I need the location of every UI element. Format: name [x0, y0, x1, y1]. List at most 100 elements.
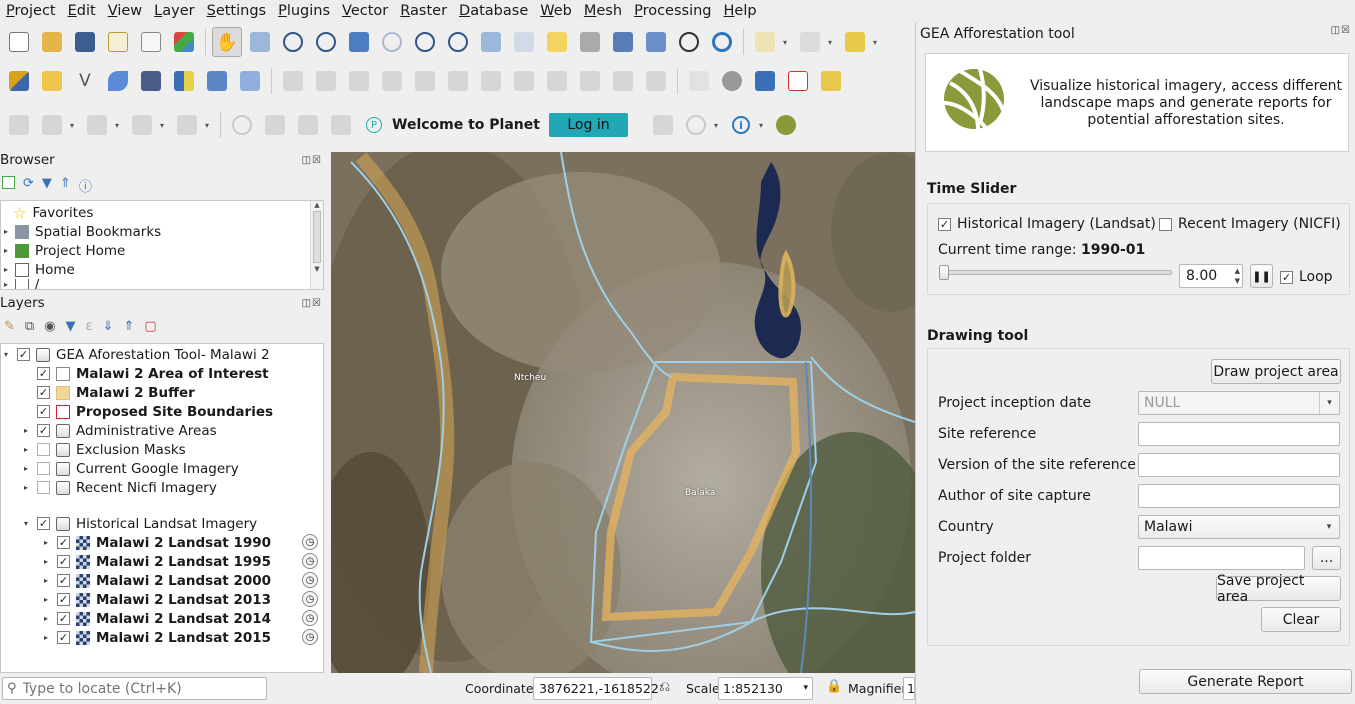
temporal-clock-icon[interactable]: ◷ — [302, 629, 318, 645]
new-3d-view-icon[interactable] — [575, 27, 605, 57]
zoom-in-icon[interactable] — [278, 27, 308, 57]
add-ring-icon[interactable] — [4, 110, 34, 140]
layer-item[interactable]: ▸ ✓ Administrative Areas — [21, 421, 217, 440]
layers-dock-buttons[interactable]: ◫☒ — [302, 298, 322, 309]
edit-pencil-icon[interactable] — [278, 66, 308, 96]
pause-button[interactable]: ❚❚ — [1250, 264, 1273, 288]
lock-scale-icon[interactable]: 🔒 — [826, 679, 842, 694]
clear-button[interactable]: Clear — [1261, 607, 1341, 632]
browser-dock-buttons[interactable]: ◫☒ — [302, 155, 322, 166]
map-tips-icon[interactable] — [260, 110, 290, 140]
annotation-icon[interactable] — [326, 110, 356, 140]
landsat-layer-item[interactable]: ▸ ✓ Malawi 2 Landsat 1990 — [41, 533, 271, 552]
paste-icon[interactable] — [575, 66, 605, 96]
layer-group-landsat[interactable]: ▾ ✓ Historical Landsat Imagery — [21, 514, 257, 533]
plugin-dock-buttons[interactable]: ◫☒ — [1331, 25, 1351, 36]
generate-report-button[interactable]: Generate Report — [1139, 669, 1352, 694]
redo-icon[interactable] — [641, 66, 671, 96]
layer-checkbox[interactable] — [37, 443, 50, 456]
zoom-full-icon[interactable] — [344, 27, 374, 57]
visibility-icon[interactable]: ◉ — [44, 319, 55, 334]
expand-all-icon[interactable]: ⇓ — [103, 319, 114, 334]
inception-date-combo[interactable]: NULL ▾ — [1138, 391, 1340, 415]
layer-checkbox[interactable]: ✓ — [57, 593, 70, 606]
pan-icon[interactable]: ✋ — [212, 27, 242, 57]
browser-scrollbar[interactable]: ▲ ▼ — [310, 201, 323, 289]
landsat-layer-item[interactable]: ▸ ✓ Malawi 2 Landsat 2013 — [41, 590, 271, 609]
browser-item-root[interactable]: ▸ / — [1, 279, 40, 289]
delete-icon[interactable] — [476, 66, 506, 96]
map-canvas[interactable]: Ntcheu Balaka — [331, 152, 915, 673]
new-geopackage-icon[interactable] — [37, 66, 67, 96]
historical-imagery-option[interactable]: ✓ Historical Imagery (Landsat) — [938, 216, 1156, 232]
loop-checkbox[interactable]: ✓ — [1280, 270, 1293, 284]
menu-settings[interactable]: Settings — [201, 0, 273, 22]
digitize-icon[interactable] — [103, 66, 133, 96]
gps-icon[interactable] — [136, 66, 166, 96]
locator-bar[interactable]: ⚲ — [2, 677, 267, 700]
measure-icon[interactable] — [293, 110, 323, 140]
country-combo[interactable]: Malawi ▾ — [1138, 515, 1340, 539]
layer-checkbox[interactable]: ✓ — [37, 367, 50, 380]
layer-checkbox[interactable]: ✓ — [57, 555, 70, 568]
refresh-icon[interactable]: ⟳ — [23, 176, 34, 195]
menu-web[interactable]: Web — [534, 0, 578, 22]
zoom-layer-icon[interactable] — [410, 27, 440, 57]
modify-attributes-icon[interactable] — [443, 66, 473, 96]
copy-icon[interactable] — [542, 66, 572, 96]
historical-checkbox[interactable]: ✓ — [938, 217, 951, 231]
browse-folder-button[interactable]: ... — [1312, 546, 1341, 570]
zoom-last-icon[interactable] — [476, 27, 506, 57]
collapse-all-icon[interactable]: ⇑ — [123, 319, 134, 334]
add-mesh-icon[interactable] — [202, 66, 232, 96]
scale-combo[interactable]: 1:852130 ▾ — [718, 677, 813, 700]
menu-raster[interactable]: Raster — [394, 0, 453, 22]
zoom-out-icon[interactable] — [311, 27, 341, 57]
field-input[interactable] — [1138, 422, 1340, 446]
menu-help[interactable]: Help — [718, 0, 763, 22]
label-pin-icon[interactable] — [717, 66, 747, 96]
menu-project[interactable]: Project — [0, 0, 62, 22]
style-icon[interactable]: ✎ — [4, 319, 15, 334]
toggle-edit-icon[interactable] — [311, 66, 341, 96]
pan-to-selection-icon[interactable] — [245, 27, 275, 57]
merge-icon[interactable] — [127, 110, 157, 140]
layer-checkbox[interactable] — [37, 462, 50, 475]
new-vector-icon[interactable]: V — [70, 66, 100, 96]
show-bookmarks-icon[interactable] — [641, 27, 671, 57]
data-source-manager-icon[interactable] — [4, 66, 34, 96]
save-project-icon[interactable] — [70, 27, 100, 57]
layer-checkbox[interactable]: ✓ — [57, 536, 70, 549]
field-input[interactable] — [1138, 484, 1340, 508]
filter-expression-icon[interactable]: ε — [86, 319, 93, 334]
browser-item-bookmarks[interactable]: ▸ Spatial Bookmarks — [1, 222, 161, 241]
layer-checkbox[interactable] — [37, 481, 50, 494]
bookmark-icon[interactable] — [608, 27, 638, 57]
temporal-clock-icon[interactable]: ◷ — [302, 572, 318, 588]
landsat-layer-item[interactable]: ▸ ✓ Malawi 2 Landsat 2015 — [41, 628, 271, 647]
gea-plugin-icon[interactable] — [771, 110, 801, 140]
layer-checkbox[interactable]: ✓ — [57, 574, 70, 587]
temporal-clock-icon[interactable]: ◷ — [302, 591, 318, 607]
menu-processing[interactable]: Processing — [628, 0, 717, 22]
add-raster-icon[interactable] — [169, 66, 199, 96]
label-abc-icon[interactable] — [783, 66, 813, 96]
recent-checkbox[interactable] — [1159, 217, 1172, 231]
layer-checkbox[interactable]: ✓ — [57, 631, 70, 644]
style-manager-icon[interactable] — [169, 27, 199, 57]
deselect-icon[interactable] — [840, 27, 870, 57]
cut-icon[interactable] — [509, 66, 539, 96]
remove-layer-icon[interactable]: ▢ — [144, 319, 156, 334]
planet-explorer-icon[interactable] — [681, 110, 711, 140]
label-show-icon[interactable] — [750, 66, 780, 96]
loop-option[interactable]: ✓ Loop — [1280, 269, 1333, 285]
extents-toggle-icon[interactable]: ⎌ — [659, 679, 670, 695]
properties-icon[interactable]: ⓘ — [79, 176, 92, 195]
menu-mesh[interactable]: Mesh — [578, 0, 628, 22]
landsat-layer-item[interactable]: ▸ ✓ Malawi 2 Landsat 2014 — [41, 609, 271, 628]
layer-checkbox[interactable]: ✓ — [37, 517, 50, 530]
add-feature-icon[interactable] — [377, 66, 407, 96]
menu-database[interactable]: Database — [453, 0, 534, 22]
menu-layer[interactable]: Layer — [148, 0, 200, 22]
temporal-clock-icon[interactable]: ◷ — [302, 553, 318, 569]
